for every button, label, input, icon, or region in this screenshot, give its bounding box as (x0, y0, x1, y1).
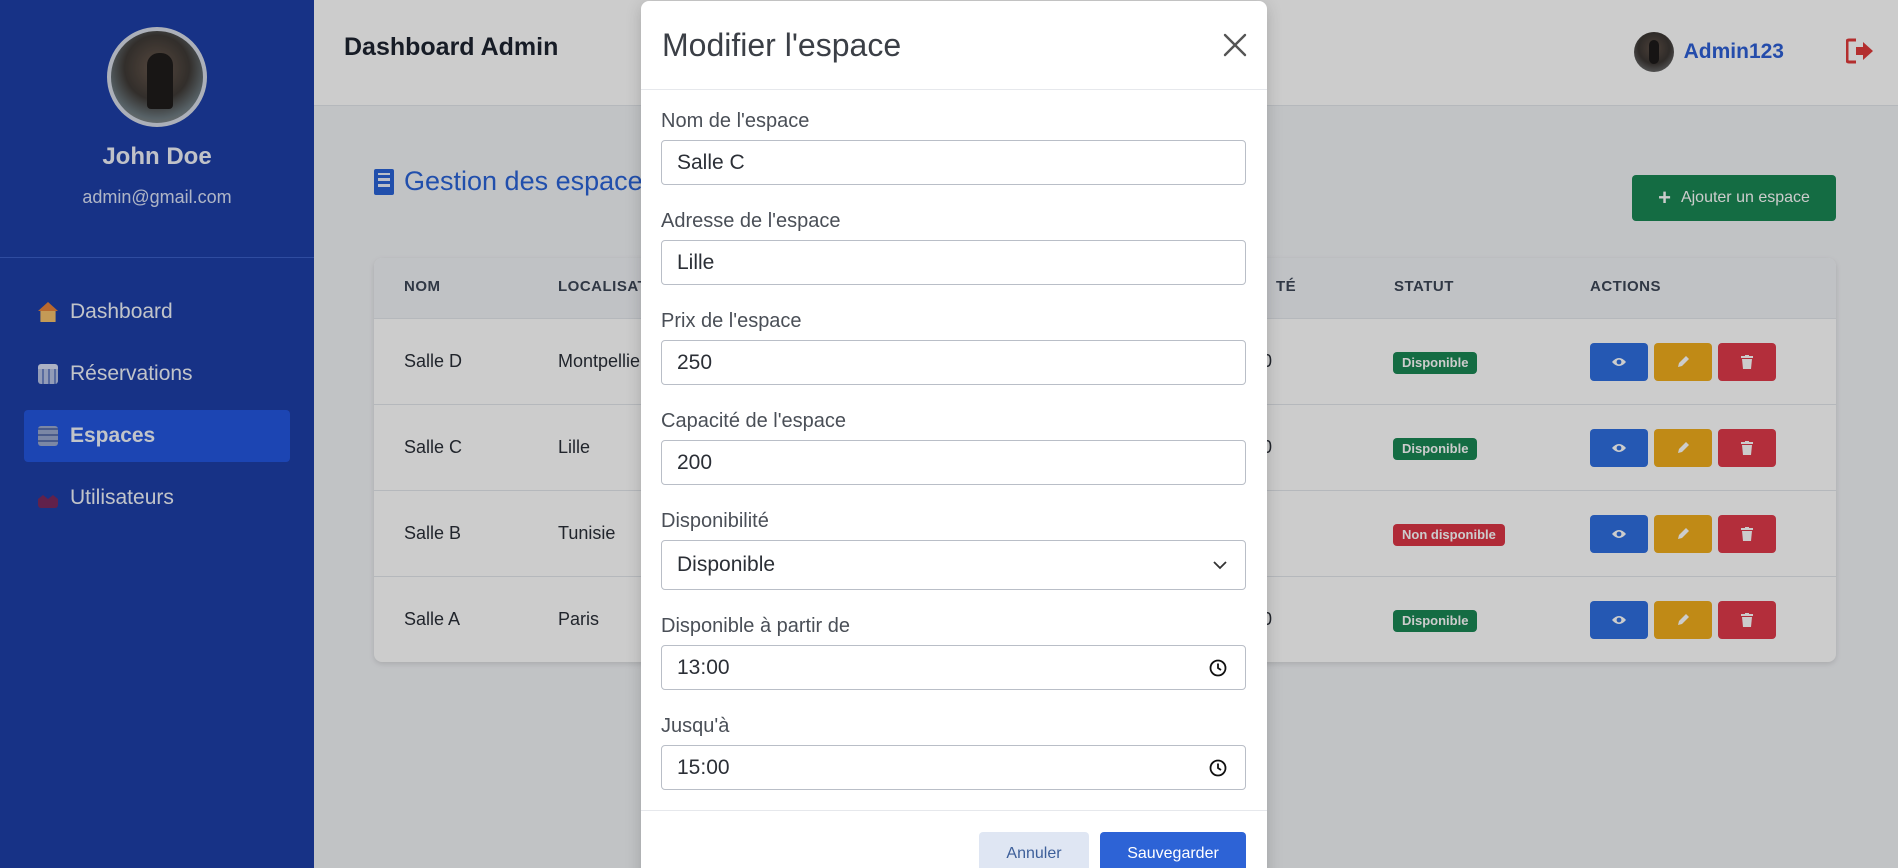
clock-icon[interactable] (1209, 759, 1227, 777)
field-label: Jusqu'à (661, 715, 730, 737)
modal-footer: Annuler Sauvegarder (641, 810, 1267, 868)
field-name: Nom de l'espace Salle C (661, 110, 1247, 185)
chevron-down-icon (1213, 561, 1227, 570)
field-address: Adresse de l'espace Lille (661, 210, 1247, 285)
field-capacity: Capacité de l'espace 200 (661, 410, 1247, 485)
available-from-time-input[interactable]: 13:00 (661, 645, 1246, 690)
space-address-input[interactable]: Lille (661, 240, 1246, 285)
available-until-time-input[interactable]: 15:00 (661, 745, 1246, 790)
space-name-input[interactable]: Salle C (661, 140, 1246, 185)
modal-body: Nom de l'espace Salle C Adresse de l'esp… (641, 90, 1267, 790)
field-label: Disponible à partir de (661, 615, 850, 637)
space-price-input[interactable]: 250 (661, 340, 1246, 385)
field-label: Prix de l'espace (661, 310, 802, 332)
modal-title: Modifier l'espace (662, 27, 902, 63)
edit-space-modal: Modifier l'espace Nom de l'espace Salle … (641, 1, 1267, 868)
save-button[interactable]: Sauvegarder (1100, 832, 1246, 868)
field-label: Disponibilité (661, 510, 769, 532)
close-icon[interactable] (1221, 31, 1249, 59)
time-value: 13:00 (677, 655, 730, 679)
field-availability: Disponibilité Disponible (661, 510, 1247, 590)
modal-header: Modifier l'espace (641, 1, 1267, 90)
field-from: Disponible à partir de 13:00 (661, 615, 1247, 690)
field-label: Capacité de l'espace (661, 410, 847, 432)
field-label: Adresse de l'espace (661, 210, 841, 232)
availability-select[interactable]: Disponible (661, 540, 1246, 590)
clock-icon[interactable] (1209, 659, 1227, 677)
availability-value: Disponible (677, 553, 776, 576)
field-price: Prix de l'espace 250 (661, 310, 1247, 385)
time-value: 15:00 (677, 755, 730, 779)
field-to: Jusqu'à 15:00 (661, 715, 1247, 790)
space-capacity-input[interactable]: 200 (661, 440, 1246, 485)
cancel-button[interactable]: Annuler (979, 832, 1089, 868)
field-label: Nom de l'espace (661, 110, 810, 132)
